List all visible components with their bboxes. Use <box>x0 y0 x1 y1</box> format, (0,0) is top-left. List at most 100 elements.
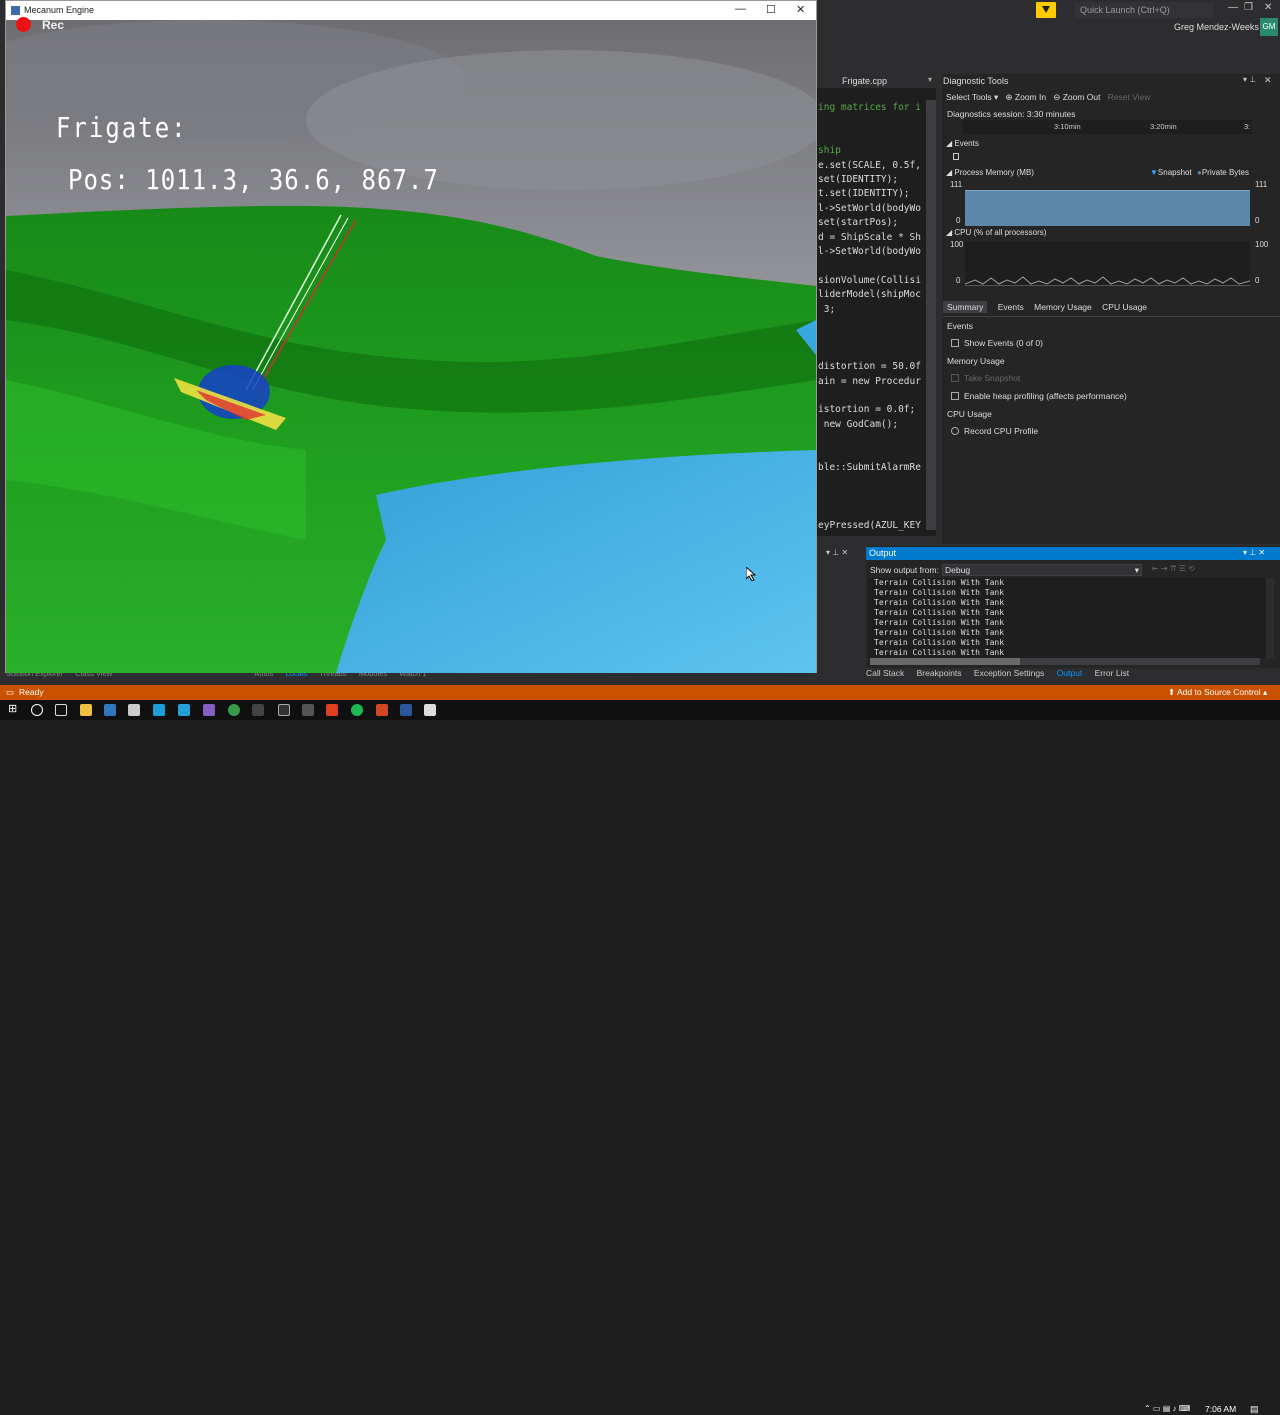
file-explorer-icon[interactable] <box>80 704 92 716</box>
avatar[interactable]: GM <box>1260 18 1278 36</box>
pause-icon[interactable] <box>953 153 959 160</box>
select-tools-button[interactable]: Select Tools ▾ <box>946 92 998 102</box>
code-line[interactable]: ing matrices for i <box>818 102 921 113</box>
game-close-button[interactable]: ✕ <box>796 3 805 16</box>
summary-cpu-heading: CPU Usage <box>947 409 992 419</box>
editor-vertical-scrollbar[interactable] <box>926 100 936 530</box>
app2-icon[interactable] <box>302 704 314 716</box>
code-line[interactable]: set(IDENTITY); <box>818 174 898 185</box>
tab-frigate-cpp[interactable]: Frigate.cpp <box>842 76 887 86</box>
pin-icon[interactable]: ▾ ⊥ <box>1243 75 1256 84</box>
code-line[interactable]: distortion = 50.0f <box>818 361 921 372</box>
tab-memory-usage[interactable]: Memory Usage <box>1034 302 1092 312</box>
hud-position: Pos: 1011.3, 36.6, 867.7 <box>68 163 439 197</box>
tray-icons[interactable]: ⌃ ▭ ▤ ♪ ⌨ <box>1144 1404 1190 1413</box>
output-source-select[interactable]: Debug ▾ <box>942 564 1142 576</box>
code-line[interactable]: t.set(IDENTITY); <box>818 188 910 199</box>
zoom-out-icon[interactable]: ⊖ <box>1053 92 1060 102</box>
game-maximize-button[interactable]: ☐ <box>766 3 776 16</box>
steam-icon[interactable] <box>153 704 165 716</box>
user-name[interactable]: Greg Mendez-Weeks <box>1174 22 1259 32</box>
private-bytes-legend[interactable]: ●Private Bytes <box>1197 168 1249 177</box>
take-snapshot-button[interactable]: Take Snapshot <box>964 373 1020 383</box>
tab-call-stack[interactable]: Call Stack <box>866 668 904 678</box>
output-pin-icon[interactable]: ▾ ⊥ ✕ <box>1243 548 1265 557</box>
tab-summary[interactable]: Summary <box>943 301 988 313</box>
code-line[interactable]: d = ShipScale * Sh <box>818 232 921 243</box>
show-events-link[interactable]: Show Events (0 of 0) <box>964 338 1043 348</box>
session-duration: Diagnostics session: 3:30 minutes <box>947 109 1076 119</box>
clock[interactable]: 7:06 AM <box>1205 1404 1236 1414</box>
code-line[interactable]: e.set(SCALE, 0.5f, <box>818 160 921 171</box>
word-icon[interactable] <box>400 704 412 716</box>
code-line[interactable]: ain = new Procedur <box>818 376 921 387</box>
code-line[interactable]: 3; <box>818 304 835 315</box>
tab-error-list[interactable]: Error List <box>1095 668 1129 678</box>
filter-icon[interactable] <box>1036 2 1056 18</box>
calculator-icon[interactable] <box>252 704 264 716</box>
status-icon: ▭ <box>6 687 15 697</box>
tab-events[interactable]: Events <box>998 302 1024 312</box>
process-memory-graph[interactable] <box>965 190 1250 226</box>
status-bar: ▭ Ready ⬆ Add to Source Control ▴ <box>0 685 1280 700</box>
output-toolbar-icons[interactable]: ⇤ ⇥ ⇈ ☰ ⟲ <box>1152 564 1195 573</box>
process-memory-label[interactable]: ◢ Process Memory (MB) <box>946 168 1034 177</box>
media-icon[interactable] <box>278 704 290 716</box>
timeline-ruler[interactable]: 3:10min 3:20min 3: <box>962 120 1252 134</box>
cpu-section-label[interactable]: ◢ CPU (% of all processors) <box>946 228 1046 237</box>
code-line[interactable]: ship <box>818 145 841 156</box>
events-icon <box>951 339 959 347</box>
code-line[interactable]: liderModel(shipMoc <box>818 289 921 300</box>
code-line[interactable]: set(startPos); <box>818 217 898 228</box>
tab-exception-settings[interactable]: Exception Settings <box>974 668 1044 678</box>
code-line[interactable]: new GodCam(); <box>818 419 898 430</box>
output-text[interactable]: Terrain Collision With Tank Terrain Colli… <box>868 578 1266 658</box>
code-line[interactable]: eyPressed(AZUL_KEY <box>818 520 921 531</box>
edge-icon[interactable] <box>104 704 116 716</box>
code-line[interactable]: istortion = 0.0f; <box>818 404 915 415</box>
vs-close-button[interactable]: ✕ <box>1264 2 1272 13</box>
zoom-out-button[interactable]: Zoom Out <box>1063 92 1101 102</box>
windows-start-icon[interactable]: ⊞ <box>8 702 20 715</box>
notifications-icon[interactable]: ▤ <box>1250 1404 1259 1415</box>
powerpoint-icon[interactable] <box>376 704 388 716</box>
tab-cpu-usage[interactable]: CPU Usage <box>1102 302 1147 312</box>
spotify-icon[interactable] <box>351 704 363 716</box>
visual-studio-icon[interactable] <box>203 704 215 716</box>
output-vertical-scrollbar[interactable] <box>1266 578 1274 658</box>
events-section-label[interactable]: ◢ Events <box>946 139 979 148</box>
code-editor[interactable]: ing matrices for i ship e.set(SCALE, 0.5f,… <box>816 88 936 536</box>
zoom-in-button[interactable]: Zoom In <box>1015 92 1046 102</box>
code-line[interactable]: l->SetWorld(bodyWo <box>818 203 921 214</box>
game-title-bar[interactable]: Mecanum Engine — ☐ ✕ <box>6 1 816 20</box>
add-to-source-control-button[interactable]: ⬆ Add to Source Control ▴ <box>1168 687 1267 698</box>
search-icon[interactable] <box>31 704 43 716</box>
brave-icon[interactable] <box>326 704 338 716</box>
game-minimize-button[interactable]: — <box>735 3 746 15</box>
reset-view-button[interactable]: Reset View <box>1108 92 1151 102</box>
enable-heap-profiling-link[interactable]: Enable heap profiling (affects performan… <box>964 391 1127 401</box>
quick-launch-input[interactable]: Quick Launch (Ctrl+Q) <box>1074 2 1214 18</box>
record-cpu-profile-button[interactable]: Record CPU Profile <box>964 426 1038 436</box>
app-icon <box>11 6 20 15</box>
app-icon[interactable] <box>178 704 190 716</box>
snapshot-legend[interactable]: ▼Snapshot <box>1150 168 1192 177</box>
code-line[interactable]: l->SetWorld(bodyWo <box>818 246 921 257</box>
left-pane-controls-icon[interactable]: ▾ ⊥ ✕ <box>826 548 848 557</box>
chrome-icon[interactable] <box>228 704 240 716</box>
zoom-in-icon[interactable]: ⊕ <box>1005 92 1012 102</box>
close-icon[interactable]: ✕ <box>1264 75 1272 86</box>
output-horizontal-scrollbar[interactable] <box>870 658 1260 665</box>
vs-minimize-button[interactable]: — <box>1228 2 1238 13</box>
vs-restore-button[interactable]: ❐ <box>1244 2 1253 13</box>
tab-output[interactable]: Output <box>1057 668 1083 678</box>
code-line[interactable]: ble::SubmitAlarmRe <box>818 462 921 473</box>
code-line[interactable]: sionVolume(Collisi <box>818 275 921 286</box>
mecanum-engine-taskbar-icon[interactable] <box>424 704 436 716</box>
output-line: Terrain Collision With Tank <box>874 648 1005 657</box>
store-icon[interactable] <box>128 704 140 716</box>
task-view-icon[interactable] <box>55 704 67 716</box>
tab-dropdown-icon[interactable]: ▾ <box>928 75 932 84</box>
tab-breakpoints[interactable]: Breakpoints <box>917 668 962 678</box>
cpu-graph[interactable] <box>964 242 1251 286</box>
